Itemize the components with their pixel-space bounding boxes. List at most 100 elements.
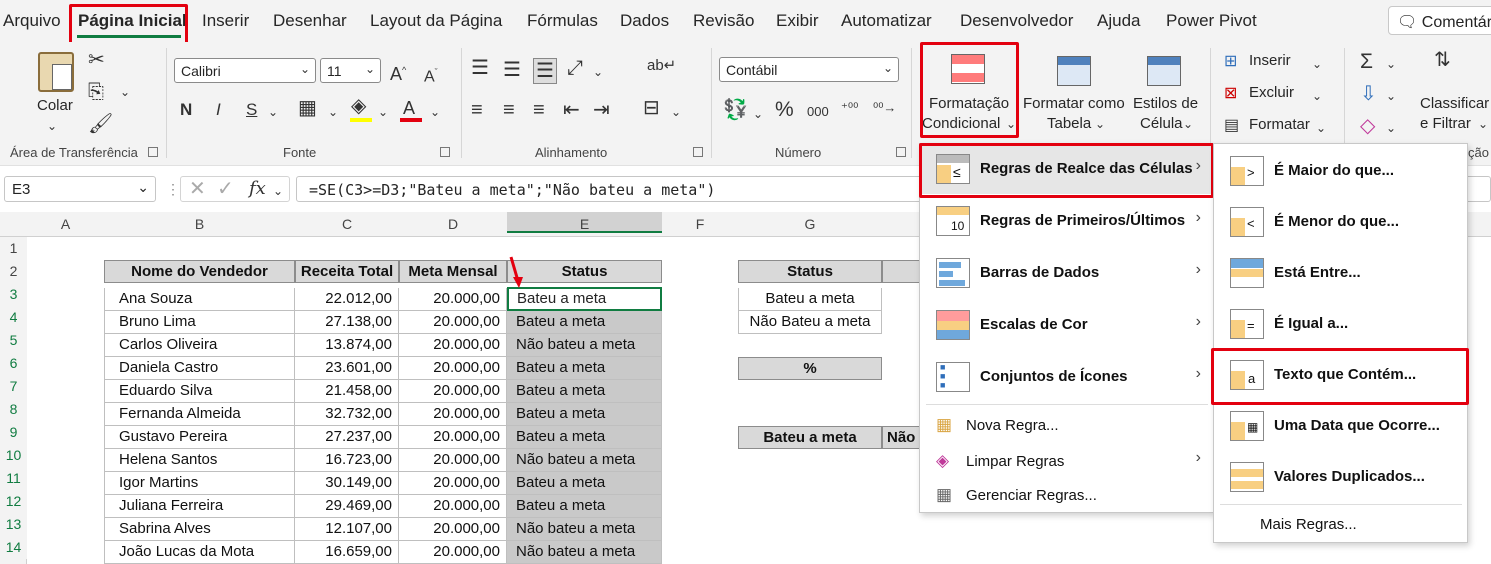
sort-filter-line1[interactable]: Classificar	[1420, 94, 1489, 113]
autosum-icon[interactable]: Σ	[1360, 51, 1373, 72]
number-launcher-icon[interactable]	[896, 147, 906, 157]
chevron-down-icon[interactable]: ⌄	[1312, 86, 1322, 106]
chevron-down-icon[interactable]: ⌄	[1478, 114, 1488, 134]
column-header-e[interactable]: E	[507, 212, 662, 233]
chevron-down-icon[interactable]: ⌄	[378, 102, 388, 122]
table-cell[interactable]: 22.012,00	[295, 288, 399, 311]
row-header[interactable]: 1	[0, 237, 27, 260]
table-cell[interactable]: Bateu a meta	[507, 426, 662, 449]
format-painter-icon[interactable]: 🖌	[88, 114, 113, 134]
format-table-line2[interactable]: Tabela	[1047, 114, 1091, 133]
table-cell[interactable]: Juliana Ferreira	[104, 495, 295, 518]
active-cell-e3[interactable]: Bateu a meta	[507, 287, 662, 311]
table-cell[interactable]: 29.469,00	[295, 495, 399, 518]
row-header[interactable]: 10	[0, 444, 27, 467]
column-header-b[interactable]: B	[104, 216, 295, 232]
sort-filter-line2[interactable]: e Filtrar	[1420, 114, 1471, 133]
table-cell[interactable]: 20.000,00	[399, 288, 507, 311]
menu-item-top-bottom[interactable]: 10 Regras de Primeiros/Últimos ›	[920, 196, 1213, 246]
decrease-decimal-icon[interactable]: ⁰⁰→	[873, 98, 896, 118]
table-cell[interactable]: Helena Santos	[104, 449, 295, 472]
accounting-icon[interactable]: 💱	[723, 100, 748, 120]
table-cell[interactable]: 20.000,00	[399, 334, 507, 357]
align-top-icon[interactable]: ☰	[471, 58, 489, 78]
wrap-text-icon[interactable]: ab↵	[647, 56, 676, 76]
format-table-line1[interactable]: Formatar como	[1023, 94, 1125, 113]
table-cell[interactable]: 20.000,00	[399, 472, 507, 495]
table-cell[interactable]: 23.601,00	[295, 357, 399, 380]
cell-styles-line2[interactable]: Célula	[1140, 114, 1183, 133]
table-cell[interactable]: Ana Souza	[104, 288, 295, 311]
increase-indent-icon[interactable]: ⇥	[593, 100, 610, 120]
table-cell[interactable]: Não bateu a meta	[507, 518, 662, 541]
tab-desenvolvedor[interactable]: Desenvolvedor	[960, 11, 1073, 31]
tab-revisao[interactable]: Revisão	[693, 11, 754, 31]
table-cell[interactable]: 20.000,00	[399, 311, 507, 334]
chevron-down-icon[interactable]: ⌄	[1312, 54, 1322, 74]
row-header[interactable]: 12	[0, 490, 27, 513]
table-cell[interactable]: 13.874,00	[295, 334, 399, 357]
format-cells-icon[interactable]: ▤	[1224, 116, 1239, 136]
cell-styles-icon[interactable]	[1147, 56, 1181, 86]
font-launcher-icon[interactable]	[440, 147, 450, 157]
table-cell[interactable]: 27.138,00	[295, 311, 399, 334]
tab-desenhar[interactable]: Desenhar	[273, 11, 347, 31]
table-cell[interactable]: Bateu a meta	[507, 472, 662, 495]
number-format-select[interactable]: Contábil ⌄	[719, 57, 899, 82]
row-header[interactable]: 7	[0, 375, 27, 398]
submenu-equal-to[interactable]: = É Igual a...	[1214, 299, 1467, 349]
table-cell[interactable]: Bruno Lima	[104, 311, 295, 334]
submenu-duplicate-values[interactable]: Valores Duplicados...	[1214, 452, 1467, 502]
chevron-down-icon[interactable]: ⌄	[1095, 114, 1105, 134]
tab-arquivo[interactable]: Arquivo	[3, 11, 61, 31]
table-cell[interactable]: Bateu a meta	[507, 357, 662, 380]
tab-power-pivot[interactable]: Power Pivot	[1166, 11, 1257, 31]
table-cell[interactable]: Sabrina Alves	[104, 518, 295, 541]
table-cell[interactable]: Eduardo Silva	[104, 380, 295, 403]
table-cell[interactable]: 20.000,00	[399, 403, 507, 426]
row-header[interactable]: 3	[0, 283, 27, 306]
paste-icon[interactable]	[38, 52, 74, 92]
submenu-greater-than[interactable]: > É Maior do que...	[1214, 146, 1467, 196]
font-name-select[interactable]: Calibri ⌄	[174, 58, 316, 83]
percent-button[interactable]: %	[775, 99, 794, 120]
table-cell[interactable]: Igor Martins	[104, 472, 295, 495]
insert-function-icon[interactable]: fx	[249, 179, 266, 199]
name-box[interactable]: E3 ⌄	[4, 176, 156, 202]
menu-item-new-rule[interactable]: ▦ Nova Regra...	[920, 409, 1213, 445]
increase-font-icon[interactable]: A^	[390, 60, 406, 84]
table-cell[interactable]: 27.237,00	[295, 426, 399, 449]
chevron-down-icon[interactable]: ⌄	[1386, 54, 1396, 74]
table-cell[interactable]: 16.723,00	[295, 449, 399, 472]
menu-item-manage-rules[interactable]: ▦ Gerenciar Regras...	[920, 481, 1213, 514]
insert-cells-button[interactable]: Inserir	[1249, 52, 1291, 69]
summary-row-bateu[interactable]: Bateu a meta	[738, 288, 882, 311]
chevron-down-icon[interactable]: ⌄	[1386, 118, 1396, 138]
table-cell[interactable]: 20.000,00	[399, 541, 507, 564]
chevron-down-icon[interactable]: ⌄	[273, 181, 283, 201]
row-header[interactable]: 5	[0, 329, 27, 352]
orientation-icon[interactable]: ⤢	[567, 58, 583, 78]
table-cell[interactable]: 20.000,00	[399, 518, 507, 541]
row-header[interactable]: 2	[0, 260, 27, 283]
cancel-icon[interactable]: ✕	[189, 179, 206, 199]
table-cell[interactable]: 16.659,00	[295, 541, 399, 564]
align-right-icon[interactable]: ≡	[533, 100, 545, 120]
column-header-a[interactable]: A	[27, 216, 104, 232]
chevron-down-icon[interactable]: ⌄	[47, 116, 57, 136]
format-as-table-icon[interactable]	[1057, 56, 1091, 86]
table-cell[interactable]: Bateu a meta	[507, 380, 662, 403]
decrease-indent-icon[interactable]: ⇤	[563, 100, 580, 120]
row-header[interactable]: 4	[0, 306, 27, 329]
chevron-down-icon[interactable]: ⌄	[268, 102, 278, 122]
column-header-c[interactable]: C	[295, 216, 399, 232]
submenu-less-than[interactable]: < É Menor do que...	[1214, 197, 1467, 247]
table-cell[interactable]: 20.000,00	[399, 495, 507, 518]
enter-icon[interactable]: ✓	[217, 179, 234, 199]
clipboard-launcher-icon[interactable]	[148, 147, 158, 157]
table-cell[interactable]: Carlos Oliveira	[104, 334, 295, 357]
column-header-f[interactable]: F	[662, 216, 738, 232]
more-options-icon[interactable]: ⋮	[166, 179, 180, 199]
align-left-icon[interactable]: ≡	[471, 100, 483, 120]
table-cell[interactable]: 20.000,00	[399, 449, 507, 472]
